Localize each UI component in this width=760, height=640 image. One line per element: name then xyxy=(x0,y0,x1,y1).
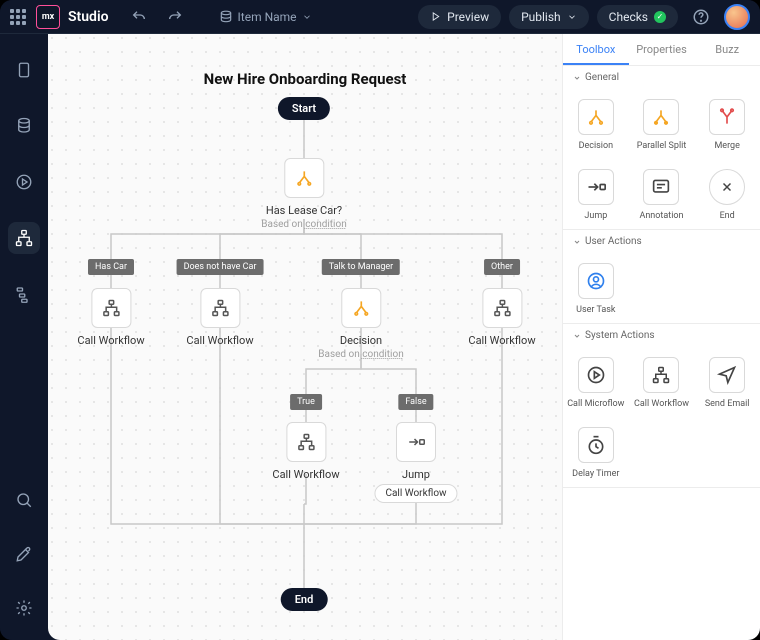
publish-dropdown[interactable]: Publish xyxy=(509,5,589,29)
brush-icon xyxy=(15,545,33,563)
tool-call-workflow[interactable]: Call Workflow xyxy=(629,347,695,417)
workflow-icon xyxy=(15,229,33,247)
section-system-header[interactable]: System Actions xyxy=(563,324,760,347)
workflow-icon xyxy=(91,288,131,328)
tool-jump[interactable]: Jump xyxy=(563,159,629,229)
node-has-lease-car[interactable]: Has Lease Car? Based on condition xyxy=(261,158,346,230)
database-icon xyxy=(219,10,233,24)
jump-target-chip[interactable]: Call Workflow xyxy=(374,484,457,503)
edge-no-car: Does not have Car xyxy=(177,259,264,275)
section-user-header[interactable]: User Actions xyxy=(563,230,760,253)
user-avatar[interactable] xyxy=(724,4,750,30)
rail-workflows[interactable] xyxy=(8,222,40,254)
chevron-down-icon xyxy=(567,12,577,22)
workflow-icon xyxy=(286,422,326,462)
node-jump[interactable]: Jump xyxy=(396,422,436,481)
redo-button[interactable] xyxy=(161,5,189,29)
play-circle-icon xyxy=(15,173,33,191)
tool-merge[interactable]: Merge xyxy=(694,89,760,159)
edge-talk: Talk to Manager xyxy=(322,259,400,275)
section-general-header[interactable]: General xyxy=(563,66,760,89)
chevron-down-icon xyxy=(573,238,581,246)
rail-microflows[interactable] xyxy=(8,166,40,198)
rail-search[interactable] xyxy=(8,484,40,516)
node-cw-4[interactable]: Call Workflow xyxy=(468,288,535,347)
preview-button[interactable]: Preview xyxy=(418,5,501,29)
edge-other: Other xyxy=(484,259,520,275)
workflow-icon xyxy=(200,288,240,328)
product-name: Studio xyxy=(68,9,109,25)
workflow-title: New Hire Onboarding Request xyxy=(48,70,562,88)
tool-delay-timer[interactable]: Delay Timer xyxy=(563,417,629,487)
workflow-icon xyxy=(482,288,522,328)
section-general: General Decision Parallel Split Merge Ju… xyxy=(563,66,760,230)
workflow-canvas[interactable]: New Hire Onboarding Request Start Has Le… xyxy=(48,34,562,640)
help-button[interactable] xyxy=(686,4,716,30)
tool-parallel[interactable]: Parallel Split xyxy=(629,89,695,159)
tool-user-task[interactable]: User Task xyxy=(563,253,629,323)
nav-icon xyxy=(15,285,33,303)
decision-icon xyxy=(284,158,324,198)
gear-icon xyxy=(15,599,33,617)
undo-button[interactable] xyxy=(125,5,153,29)
left-rail xyxy=(0,34,48,640)
right-panel: Toolbox Properties Buzz General Decision… xyxy=(562,34,760,640)
tool-send-email[interactable]: Send Email xyxy=(694,347,760,417)
check-ok-icon: ✓ xyxy=(654,11,666,23)
checks-button[interactable]: Checks ✓ xyxy=(597,5,678,29)
chevron-down-icon xyxy=(302,12,312,22)
section-user: User Actions User Task xyxy=(563,230,760,324)
rail-domain[interactable] xyxy=(8,110,40,142)
tool-annotation[interactable]: Annotation xyxy=(629,159,695,229)
edge-false: False xyxy=(398,394,433,410)
edge-true: True xyxy=(290,394,322,410)
rail-theme[interactable] xyxy=(8,538,40,570)
search-icon xyxy=(15,491,33,509)
app-switcher-icon[interactable] xyxy=(10,9,26,25)
panel-tabs: Toolbox Properties Buzz xyxy=(563,34,760,66)
tab-properties[interactable]: Properties xyxy=(629,34,695,65)
node-cw-2[interactable]: Call Workflow xyxy=(186,288,253,347)
rail-pages[interactable] xyxy=(8,54,40,86)
decision-icon xyxy=(341,288,381,328)
start-node[interactable]: Start xyxy=(278,97,330,120)
play-icon xyxy=(430,11,441,22)
item-name-dropdown[interactable]: Item Name xyxy=(213,6,318,28)
tool-end[interactable]: End xyxy=(694,159,760,229)
end-node[interactable]: End xyxy=(281,588,328,611)
tool-decision[interactable]: Decision xyxy=(563,89,629,159)
mendix-logo: mx xyxy=(36,5,60,29)
app-header: mx Studio Item Name Preview Publish Chec… xyxy=(0,0,760,34)
node-cw-1[interactable]: Call Workflow xyxy=(77,288,144,347)
tab-toolbox[interactable]: Toolbox xyxy=(563,34,629,65)
chevron-down-icon xyxy=(573,332,581,340)
rail-settings[interactable] xyxy=(8,592,40,624)
tool-microflow[interactable]: Call Microflow xyxy=(563,347,629,417)
database-icon xyxy=(15,117,33,135)
page-icon xyxy=(15,61,33,79)
node-cw-true[interactable]: Call Workflow xyxy=(272,422,339,481)
edge-has-car: Has Car xyxy=(88,259,134,275)
rail-navigation[interactable] xyxy=(8,278,40,310)
node-decision[interactable]: Decision Based on condition xyxy=(318,288,403,360)
help-icon xyxy=(692,8,710,26)
jump-icon xyxy=(396,422,436,462)
section-system: System Actions Call Microflow Call Workf… xyxy=(563,324,760,488)
chevron-down-icon xyxy=(573,74,581,82)
tab-buzz[interactable]: Buzz xyxy=(694,34,760,65)
